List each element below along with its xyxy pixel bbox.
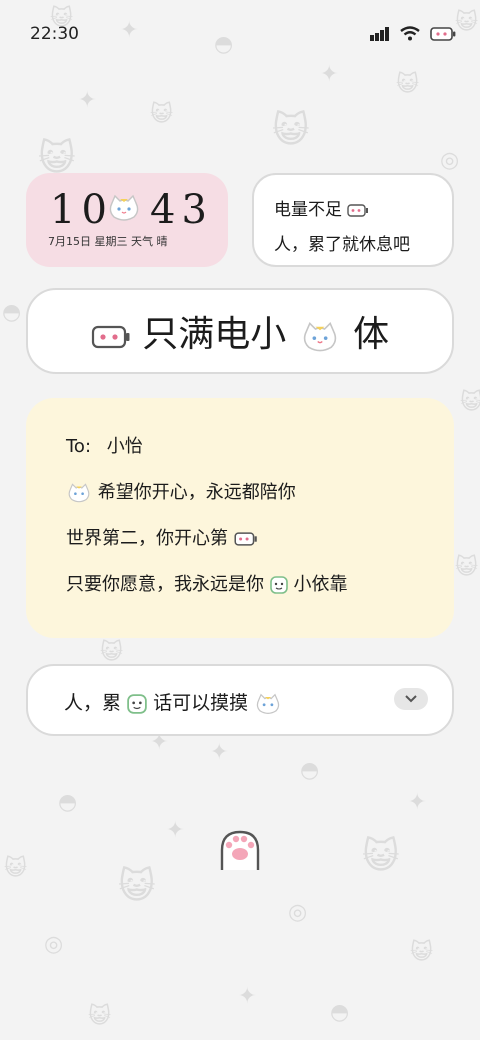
status-icons <box>370 26 456 41</box>
background-cat-doodle: 😺 <box>460 390 480 415</box>
background-star-doodle: ✦ <box>78 88 97 113</box>
bar-text: 人，累 话可以摸摸 <box>64 688 282 716</box>
note-recipient: To: 小怡 <box>66 436 143 457</box>
rest-message-bar[interactable]: 人，累 话可以摸摸 <box>26 664 454 736</box>
background-cake-doodle: ◓ <box>330 1000 350 1025</box>
battery-face-icon <box>91 325 130 349</box>
background-star-doodle: ✦ <box>238 984 257 1009</box>
signal-icon <box>370 26 389 41</box>
note-line-1: 希望你开心，永远都陪你 <box>66 478 296 504</box>
status-bar: 22:30 <box>0 0 480 70</box>
battery-face-icon <box>347 203 369 217</box>
green-face-icon <box>127 693 147 714</box>
chevron-down-icon[interactable] <box>394 688 428 710</box>
background-swirl-doodle: ◎ <box>440 148 460 173</box>
cat-face-icon <box>109 194 139 221</box>
cat-face-icon <box>256 693 280 714</box>
clock-minute: 43 <box>150 187 213 233</box>
date-line: 7月15日 星期三 天气 晴 <box>48 235 168 248</box>
background-cat-doodle: 😺 <box>150 102 173 127</box>
background-cat-doodle: 😺 <box>272 110 310 151</box>
background-cake-doodle: ◓ <box>58 790 78 815</box>
background-swirl-doodle: ◎ <box>288 900 308 925</box>
banner-text: 只满电小 体 <box>91 305 389 357</box>
background-cat-doodle: 😺 <box>100 640 123 665</box>
background-cat-doodle: 😺 <box>88 1004 111 1029</box>
status-time: 22:30 <box>30 24 79 44</box>
background-star-doodle: ✦ <box>166 818 185 843</box>
green-face-icon <box>269 576 288 594</box>
background-cake-doodle: ◓ <box>300 758 320 783</box>
background-cat-doodle: 😺 <box>362 836 400 877</box>
battery-face-icon <box>234 532 257 546</box>
note-line-2: 世界第二，你开心第 <box>66 524 258 550</box>
wifi-icon <box>400 26 420 41</box>
background-cat-doodle: 😺 <box>4 856 27 881</box>
background-cake-doodle: ◓ <box>2 300 22 325</box>
background-cat-doodle: 😺 <box>455 555 478 580</box>
cat-paw-icon[interactable] <box>216 826 264 872</box>
battery-icon <box>430 26 456 41</box>
cat-face-icon <box>303 322 336 352</box>
background-cat-doodle: 😺 <box>118 866 156 907</box>
clock-hour: 10 <box>50 187 113 233</box>
cat-face-icon <box>68 483 90 503</box>
chevron-down-icon <box>405 695 417 703</box>
battery-message-widget[interactable]: 电量不足 人，累了就休息吧 <box>252 173 454 267</box>
note-line-3: 只要你愿意，我永远是你 小依靠 <box>66 574 348 595</box>
clock-widget[interactable]: 10 43 7月15日 星期三 天气 晴 <box>26 173 228 267</box>
background-star-doodle: ✦ <box>210 740 229 765</box>
background-swirl-doodle: ◎ <box>44 932 64 957</box>
message-line-2: 人，累了就休息吧 <box>274 235 410 255</box>
message-line-1: 电量不足 <box>274 195 369 220</box>
background-cat-doodle: 😺 <box>396 72 419 97</box>
background-cat-doodle: 😺 <box>410 940 433 965</box>
full-charge-banner[interactable]: 只满电小 体 <box>26 288 454 374</box>
background-star-doodle: ✦ <box>408 790 427 815</box>
love-note-widget[interactable]: To: 小怡 希望你开心，永远都陪你 世界第二，你开心第 只要你愿意，我永远是你… <box>26 398 454 638</box>
